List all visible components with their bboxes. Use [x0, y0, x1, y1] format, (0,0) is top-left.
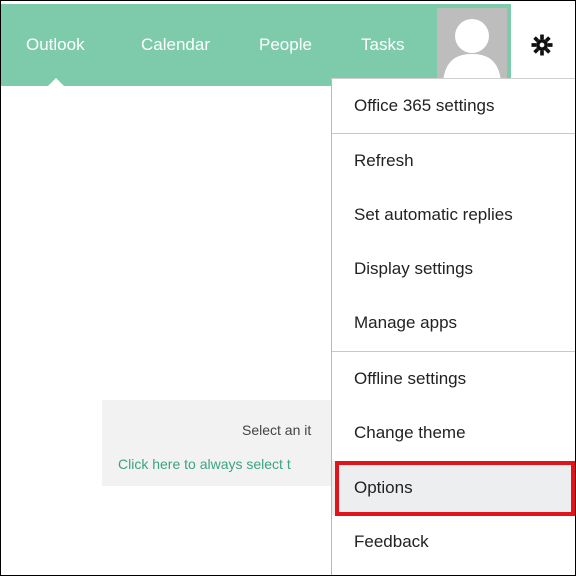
- avatar-icon: [437, 8, 507, 82]
- nav-tab-strip: Outlook Calendar People Tasks: [1, 4, 433, 86]
- reading-pane-placeholder: Select an it Click here to always select…: [102, 400, 332, 486]
- active-tab-indicator: [48, 78, 64, 86]
- tab-tasks[interactable]: Tasks: [361, 4, 404, 86]
- menu-item-offline-settings[interactable]: Offline settings: [332, 352, 575, 406]
- menu-item-refresh[interactable]: Refresh: [332, 134, 575, 188]
- tab-calendar[interactable]: Calendar: [141, 4, 210, 86]
- menu-item-office365-settings[interactable]: Office 365 settings: [332, 79, 575, 133]
- menu-item-change-theme[interactable]: Change theme: [332, 406, 575, 460]
- settings-dropdown-menu: Office 365 settings Refresh Set automati…: [331, 78, 575, 575]
- menu-item-set-automatic-replies[interactable]: Set automatic replies: [332, 188, 575, 242]
- menu-item-display-settings[interactable]: Display settings: [332, 242, 575, 296]
- gear-icon: [531, 34, 553, 56]
- menu-item-options[interactable]: Options: [332, 461, 575, 515]
- user-avatar-button[interactable]: [433, 4, 511, 86]
- select-item-text: Select an it: [242, 422, 312, 438]
- always-select-link[interactable]: Click here to always select t: [118, 456, 291, 472]
- tab-outlook[interactable]: Outlook: [26, 4, 85, 86]
- tab-people[interactable]: People: [259, 4, 312, 86]
- menu-item-manage-apps[interactable]: Manage apps: [332, 296, 575, 350]
- menu-item-feedback[interactable]: Feedback: [332, 515, 575, 569]
- top-navigation-bar: Outlook Calendar People Tasks: [1, 4, 575, 86]
- settings-button[interactable]: [511, 4, 575, 86]
